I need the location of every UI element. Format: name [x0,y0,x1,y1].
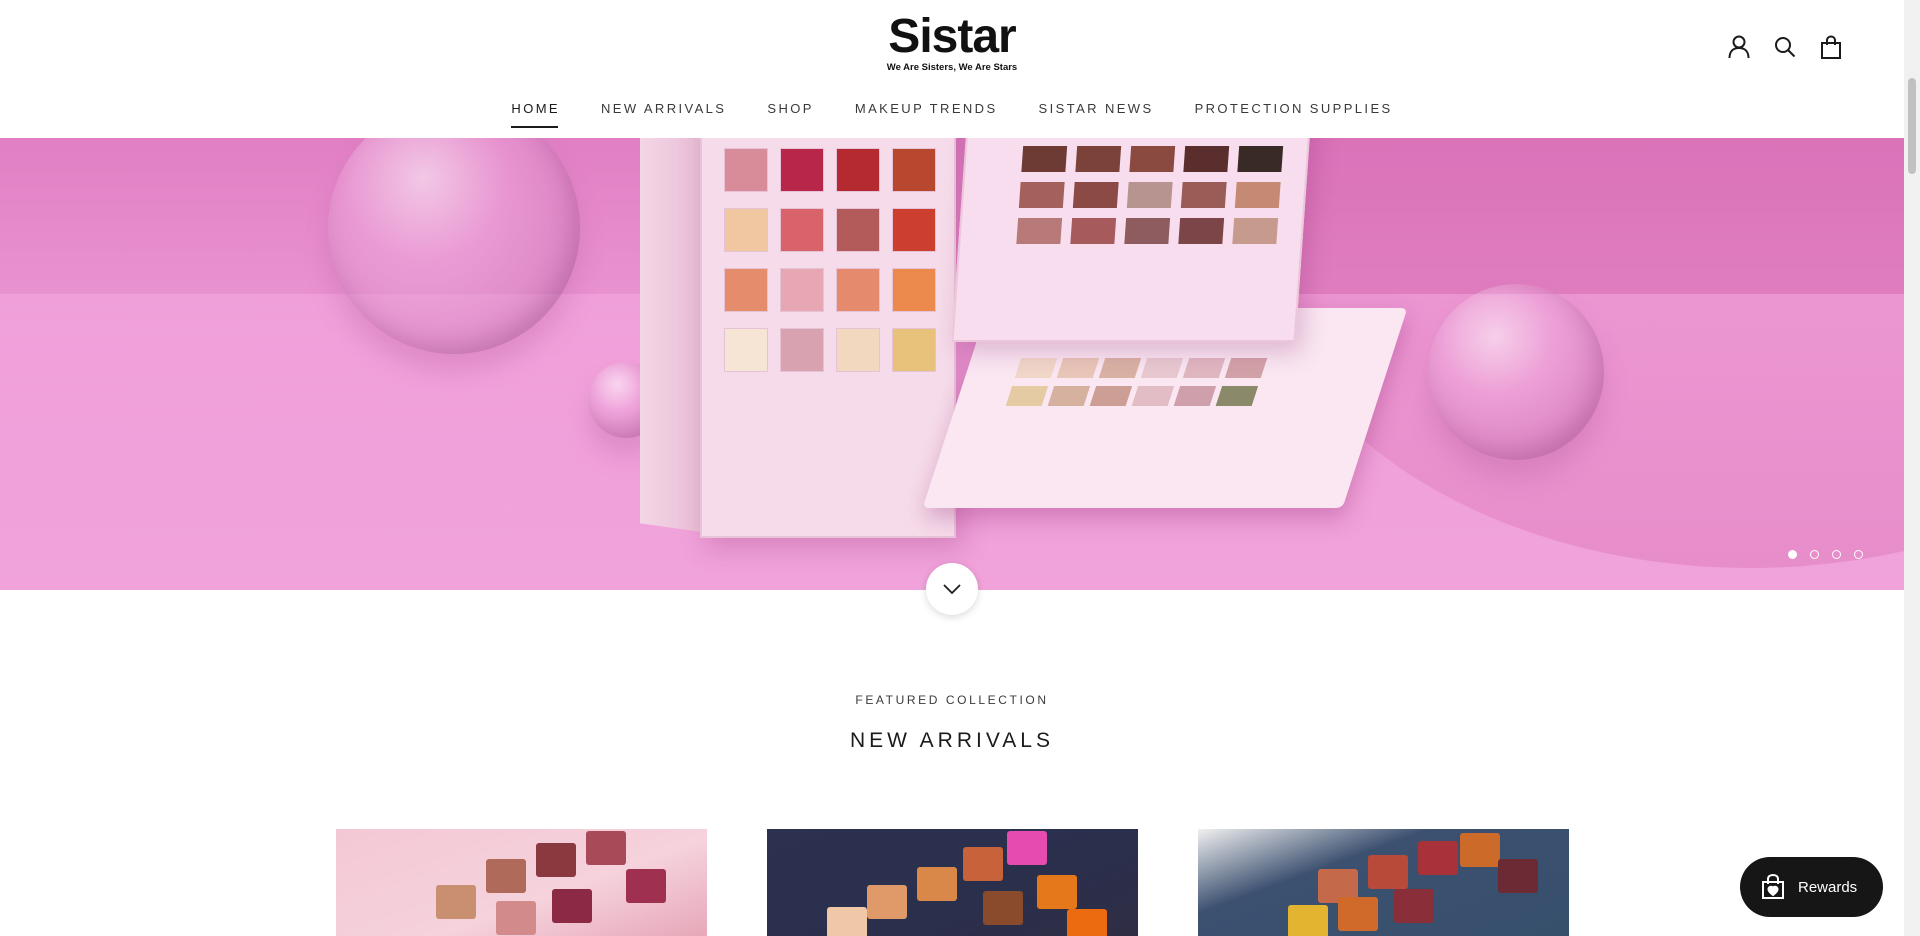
nav-item-protection-supplies[interactable]: PROTECTION SUPPLIES [1195,101,1393,128]
logo[interactable]: Sistar We Are Sisters, We Are Stars [886,12,1018,78]
main-nav: HOME NEW ARRIVALS SHOP MAKEUP TRENDS SIS… [0,101,1904,128]
chevron-down-icon [943,584,961,595]
product-card[interactable] [1198,829,1569,936]
shopping-bag-heart-icon [1762,873,1784,899]
slideshow-pagination [1788,550,1863,559]
slide-dot-3[interactable] [1832,550,1841,559]
eyeshadow-palette-open [700,138,956,538]
nav-item-new-arrivals[interactable]: NEW ARRIVALS [601,101,726,128]
search-icon[interactable] [1772,34,1798,60]
scrollbar-thumb[interactable] [1908,78,1916,174]
scroll-down-button[interactable] [926,563,978,615]
eyeshadow-palette-lid [951,138,1313,342]
glass-sphere-right [1428,284,1604,460]
nav-item-home[interactable]: HOME [511,101,560,128]
rewards-launcher-button[interactable]: Rewards [1740,857,1883,917]
palette-pan-grid [724,148,936,372]
product-grid [336,829,1569,936]
cart-icon[interactable] [1818,34,1844,60]
account-icon[interactable] [1726,34,1752,60]
section-title: NEW ARRIVALS [850,729,1054,752]
nav-item-makeup-trends[interactable]: MAKEUP TRENDS [855,101,998,128]
page-scrollbar[interactable] [1904,0,1920,936]
logo-wordmark: Sistar [888,10,1016,63]
nav-item-shop[interactable]: SHOP [767,101,813,128]
product-card[interactable] [336,829,707,936]
header-icons [1726,34,1844,60]
palette-cover [640,138,706,533]
hero-slideshow[interactable] [0,138,1904,590]
site-header: Sistar We Are Sisters, We Are Stars HOME… [0,0,1904,138]
section-eyebrow: FEATURED COLLECTION [855,693,1049,707]
slide-dot-2[interactable] [1810,550,1819,559]
slide-dot-1[interactable] [1788,550,1797,559]
product-card[interactable] [767,829,1138,936]
nav-item-sistar-news[interactable]: SISTAR NEWS [1039,101,1154,128]
slide-dot-4[interactable] [1854,550,1863,559]
rewards-label: Rewards [1798,878,1858,896]
logo-tagline: We Are Sisters, We Are Stars [886,62,1018,73]
